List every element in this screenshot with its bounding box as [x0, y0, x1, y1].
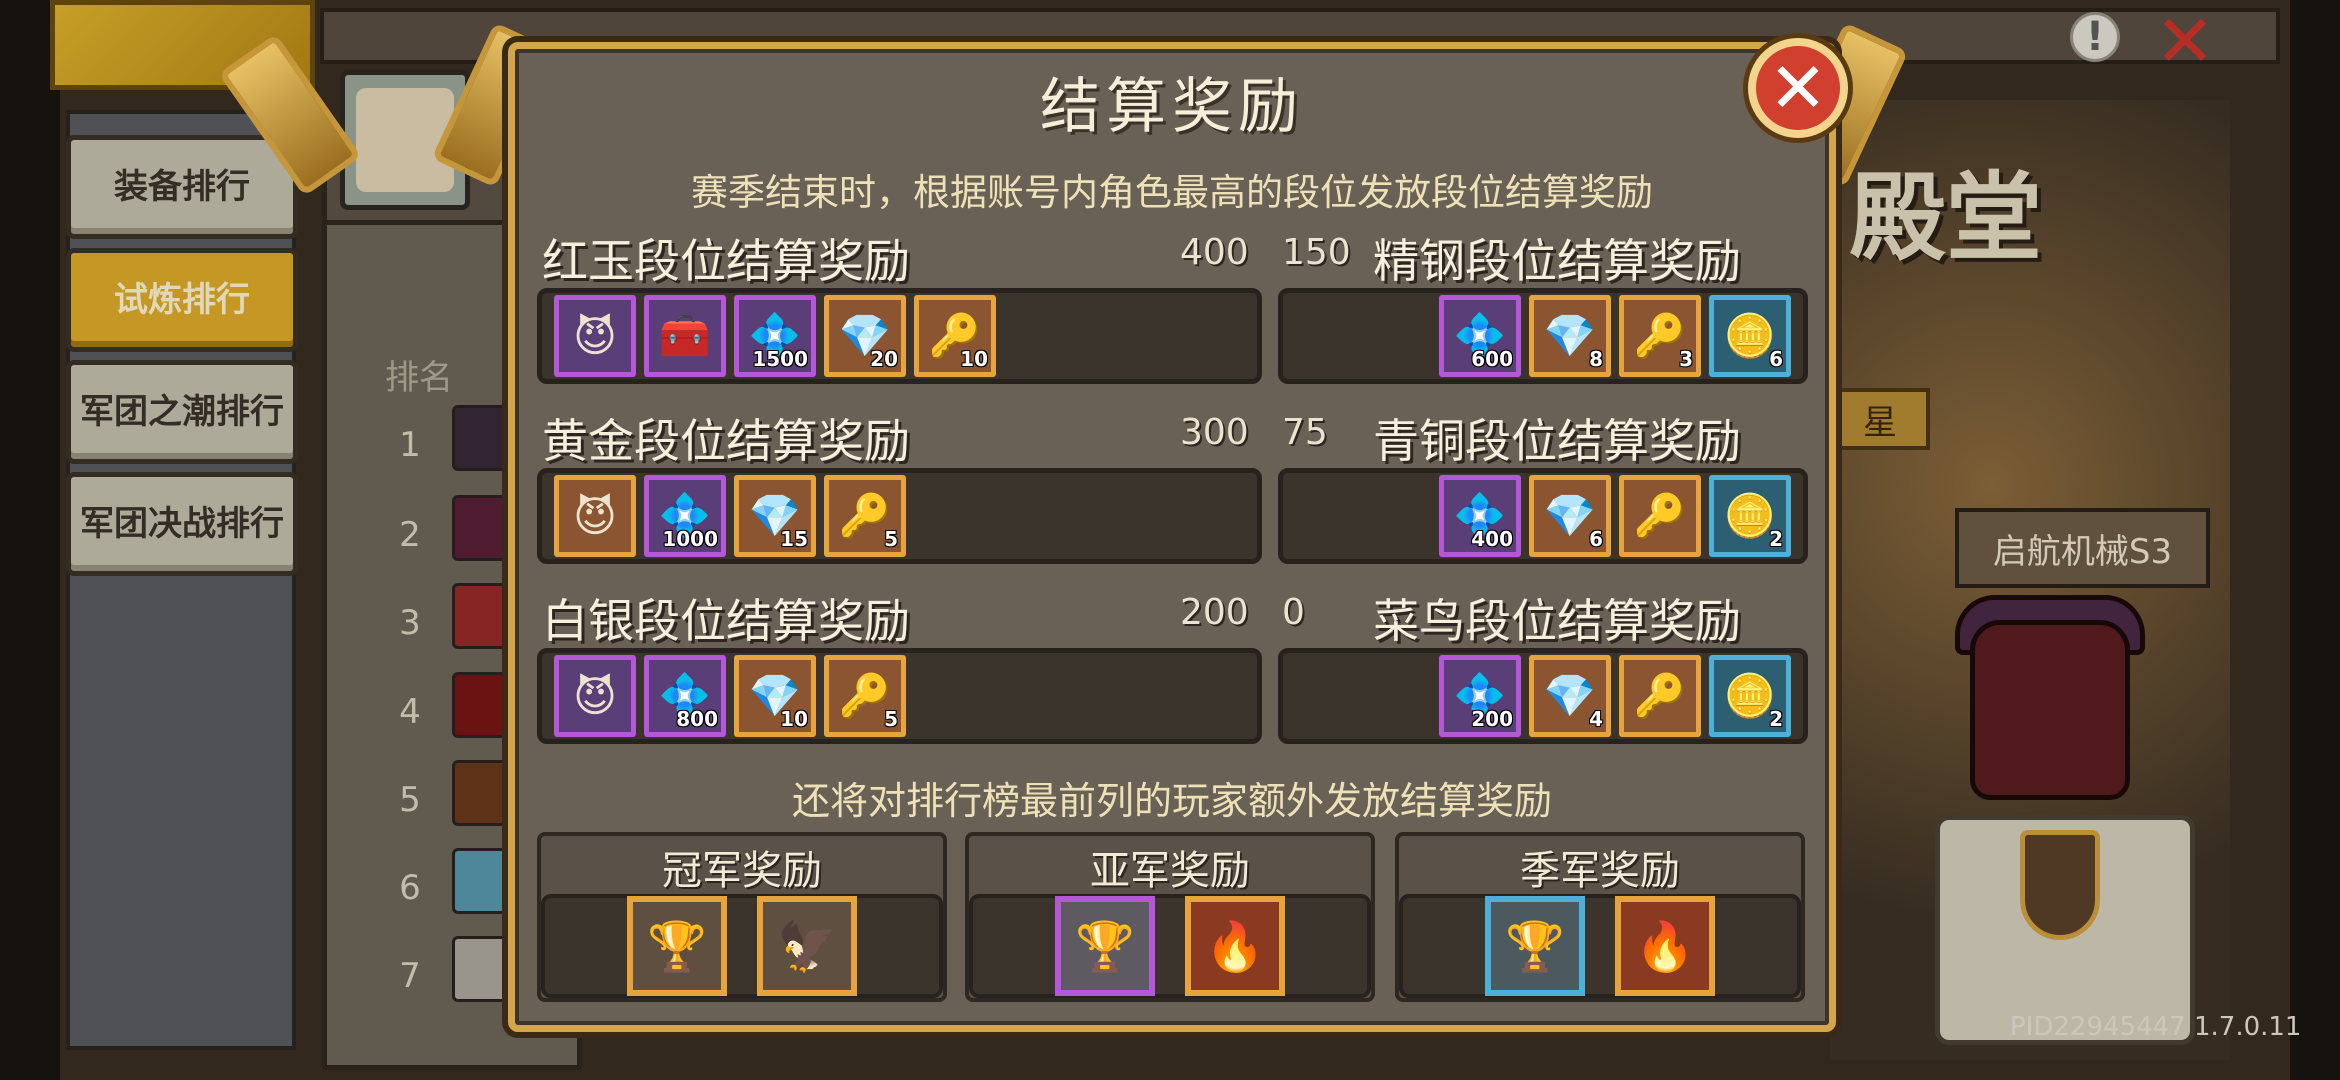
- champion-trophy-icon[interactable]: 🏆: [627, 896, 727, 996]
- gold-coin-icon[interactable]: 🪙 6: [1709, 295, 1791, 377]
- tier-rewards-gold: 😈 💠 1000 💎 15 🔑 5: [537, 468, 1262, 564]
- blue-gem-icon[interactable]: 💠 400: [1439, 475, 1521, 557]
- tier-rewards-rookie: 💠 200 💎 4 🔑 🪙 2: [1278, 648, 1808, 744]
- tier-title-ruby: 红玉段位结算奖励: [542, 234, 910, 288]
- third-place-reward-title: 季军奖励: [1520, 848, 1680, 894]
- tier-title-gold: 黄金段位结算奖励: [542, 414, 910, 468]
- tier-rewards-silver: 😈 💠 800 💎 10 🔑 5: [537, 648, 1262, 744]
- flame-emblem-icon[interactable]: 🔥: [1185, 896, 1285, 996]
- gold-key-icon[interactable]: 🔑 5: [824, 655, 906, 737]
- red-chest-icon[interactable]: 🧰: [644, 295, 726, 377]
- gold-key-icon[interactable]: 🔑: [1619, 475, 1701, 557]
- item-quantity: 200: [1471, 707, 1513, 731]
- rainbow-crystal-icon[interactable]: 💎 4: [1529, 655, 1611, 737]
- third-place-reward-items: 🏆 🔥: [1399, 894, 1801, 998]
- dark-helmet-icon[interactable]: 😈: [554, 295, 636, 377]
- tier-title-rookie: 菜鸟段位结算奖励: [1373, 594, 1741, 648]
- rainbow-crystal-icon[interactable]: 💎 10: [734, 655, 816, 737]
- gold-key-icon[interactable]: 🔑: [1619, 655, 1701, 737]
- blue-gem-icon[interactable]: 💠 800: [644, 655, 726, 737]
- tier-score-steel: 150: [1282, 232, 1351, 273]
- item-quantity: 400: [1471, 527, 1513, 551]
- dialog-subtitle: 赛季结束时，根据账号内角色最高的段位发放段位结算奖励: [691, 171, 1653, 214]
- item-quantity: 2: [1769, 527, 1783, 551]
- close-button[interactable]: ✕: [1748, 38, 1848, 138]
- tier-score-bronze: 75: [1282, 412, 1328, 453]
- rainbow-crystal-icon[interactable]: 💎 15: [734, 475, 816, 557]
- dark-helmet-glyph: 😈: [573, 311, 617, 361]
- flame-emblem-icon[interactable]: 🔥: [1615, 896, 1715, 996]
- item-quantity: 800: [676, 707, 718, 731]
- item-quantity: 600: [1471, 347, 1513, 371]
- rainbow-crystal-icon[interactable]: 💎 6: [1529, 475, 1611, 557]
- item-quantity: 6: [1589, 527, 1603, 551]
- item-quantity: 20: [870, 347, 898, 371]
- item-quantity: 5: [884, 707, 898, 731]
- item-quantity: 6: [1769, 347, 1783, 371]
- gold-key-glyph: 🔑: [1633, 671, 1687, 720]
- item-quantity: 3: [1679, 347, 1693, 371]
- winged-emblem-icon[interactable]: 🦅: [757, 896, 857, 996]
- rainbow-crystal-icon[interactable]: 💎 8: [1529, 295, 1611, 377]
- tier-score-rookie: 0: [1282, 592, 1305, 633]
- runner-up-trophy-icon[interactable]: 🏆: [1055, 896, 1155, 996]
- dialog-title: 结算奖励: [1040, 72, 1304, 142]
- item-quantity: 15: [780, 527, 808, 551]
- dark-helmet-icon[interactable]: 😈: [554, 475, 636, 557]
- tier-rewards-bronze: 💠 400 💎 6 🔑 🪙 2: [1278, 468, 1808, 564]
- tier-score-gold: 300: [1180, 412, 1249, 453]
- item-quantity: 8: [1589, 347, 1603, 371]
- blue-gem-icon[interactable]: 💠 1500: [734, 295, 816, 377]
- top-ranking-note: 还将对排行榜最前列的玩家额外发放结算奖励: [791, 779, 1552, 823]
- dark-helmet-glyph: 😈: [573, 491, 617, 541]
- rainbow-crystal-icon[interactable]: 💎 20: [824, 295, 906, 377]
- tier-title-silver: 白银段位结算奖励: [542, 594, 910, 648]
- blue-gem-icon[interactable]: 💠 600: [1439, 295, 1521, 377]
- blue-gem-icon[interactable]: 💠 200: [1439, 655, 1521, 737]
- runner-up-reward-title: 亚军奖励: [1090, 848, 1250, 894]
- item-quantity: 5: [884, 527, 898, 551]
- dark-helmet-icon[interactable]: 😈: [554, 655, 636, 737]
- champion-reward-items: 🏆 🦅: [541, 894, 943, 998]
- champion-reward-title: 冠军奖励: [662, 848, 822, 894]
- third-place-trophy-icon[interactable]: 🏆: [1485, 896, 1585, 996]
- tier-score-ruby: 400: [1180, 232, 1249, 273]
- item-quantity: 2: [1769, 707, 1783, 731]
- tier-rewards-ruby: 😈 🧰 💠 1500 💎 20 🔑 10: [537, 288, 1262, 384]
- runner-up-reward-items: 🏆 🔥: [969, 894, 1371, 998]
- item-quantity: 1500: [752, 347, 808, 371]
- red-chest-glyph: 🧰: [658, 311, 712, 360]
- tier-rewards-steel: 💠 600 💎 8 🔑 3 🪙 6: [1278, 288, 1808, 384]
- tier-score-silver: 200: [1180, 592, 1249, 633]
- item-quantity: 10: [960, 347, 988, 371]
- blue-gem-icon[interactable]: 💠 1000: [644, 475, 726, 557]
- gold-key-icon[interactable]: 🔑 5: [824, 475, 906, 557]
- tier-title-bronze: 青铜段位结算奖励: [1373, 414, 1741, 468]
- item-quantity: 4: [1589, 707, 1603, 731]
- gold-coin-icon[interactable]: 🪙 2: [1709, 475, 1791, 557]
- gold-key-icon[interactable]: 🔑 10: [914, 295, 996, 377]
- item-quantity: 10: [780, 707, 808, 731]
- gold-key-icon[interactable]: 🔑 3: [1619, 295, 1701, 377]
- gold-key-glyph: 🔑: [1633, 491, 1687, 540]
- item-quantity: 1000: [662, 527, 718, 551]
- gold-coin-icon[interactable]: 🪙 2: [1709, 655, 1791, 737]
- dark-helmet-glyph: 😈: [573, 671, 617, 721]
- tier-title-steel: 精钢段位结算奖励: [1373, 234, 1741, 288]
